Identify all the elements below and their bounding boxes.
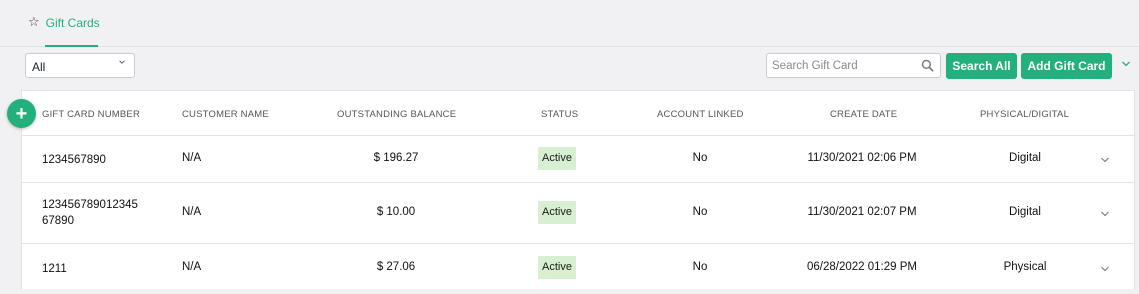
outstanding-balance: $ 196.27: [373, 152, 419, 164]
header-create-date: CREATE DATE: [830, 109, 898, 120]
add-gift-card-button[interactable]: Add Gift Card: [1021, 53, 1112, 79]
table-row[interactable]: 1211 N/A $ 27.06 Active No 06/28/2022 01…: [22, 244, 1134, 294]
chevron-down-icon[interactable]: [1100, 156, 1110, 164]
status-badge: Active: [538, 147, 576, 170]
gift-card-number: 1234567890: [42, 154, 106, 166]
filter-select-value: All: [32, 60, 46, 74]
header-status: STATUS: [541, 109, 579, 120]
gift-cards-table: GIFT CARD NUMBER CUSTOMER NAME OUTSTANDI…: [21, 90, 1135, 289]
gift-card-number: 123456789012345 67890: [42, 199, 138, 227]
customer-name: N/A: [182, 206, 202, 218]
tab-gift-cards[interactable]: ☆ Gift Cards: [28, 15, 100, 47]
chevron-down-icon[interactable]: [1100, 210, 1110, 218]
add-row-button[interactable]: +: [7, 99, 36, 128]
chevron-down-icon[interactable]: [1121, 60, 1131, 68]
chevron-down-icon[interactable]: [1100, 265, 1110, 273]
table-row[interactable]: 1234567890 N/A $ 196.27 Active No 11/30/…: [22, 136, 1134, 183]
filter-select[interactable]: All: [25, 53, 135, 78]
search-gift-card-field[interactable]: [766, 53, 941, 78]
search-gift-card-input[interactable]: [772, 58, 912, 73]
search-all-button[interactable]: Search All: [946, 53, 1017, 79]
gift-card-number: 1211: [42, 263, 67, 275]
chevron-down-icon: [119, 60, 125, 64]
outstanding-balance: $ 10.00: [376, 206, 416, 218]
status-badge: Active: [538, 201, 576, 224]
tab-gift-cards-label: Gift Cards: [45, 16, 100, 30]
table-row[interactable]: 123456789012345 67890 N/A $ 10.00 Active…: [22, 183, 1134, 244]
header-customer-name: CUSTOMER NAME: [182, 109, 269, 120]
physical-digital: Digital: [1009, 206, 1041, 218]
status-cell: Active: [538, 256, 576, 279]
status-cell: Active: [538, 147, 576, 170]
table-header: GIFT CARD NUMBER CUSTOMER NAME OUTSTANDI…: [22, 91, 1134, 136]
header-gift-card-number: GIFT CARD NUMBER: [42, 109, 141, 120]
status-badge: Active: [538, 256, 576, 279]
header-account-linked: ACCOUNT LINKED: [657, 109, 744, 120]
tab-bar: ☆ Gift Cards: [0, 0, 1139, 47]
search-icon[interactable]: [921, 59, 934, 72]
status-cell: Active: [538, 201, 576, 224]
header-outstanding-balance: OUTSTANDING BALANCE: [337, 109, 457, 120]
header-physical-digital: PHYSICAL/DIGITAL: [980, 109, 1070, 120]
active-tab-underline: [45, 45, 98, 47]
customer-name: N/A: [182, 261, 202, 273]
outstanding-balance: $ 27.06: [376, 261, 416, 273]
physical-digital: Digital: [1009, 152, 1041, 164]
star-outline-icon[interactable]: ☆: [28, 15, 40, 29]
customer-name: N/A: [182, 152, 202, 164]
physical-digital: Physical: [1003, 261, 1047, 273]
